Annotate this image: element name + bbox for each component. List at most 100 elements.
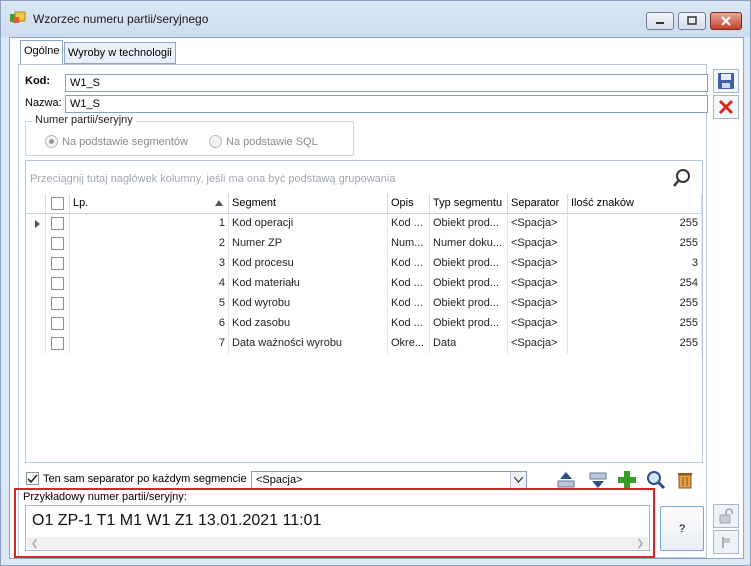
cell-opis[interactable]: Kod ... bbox=[388, 274, 430, 294]
cell-typ-segmentu[interactable]: Numer doku... bbox=[430, 234, 508, 254]
lock-button[interactable] bbox=[713, 504, 739, 528]
table-row[interactable]: 1 Kod operacji Kod ... Obiekt prod... <Spacj… bbox=[26, 214, 702, 234]
cell-separator[interactable]: <Spacja> bbox=[508, 214, 568, 234]
cell-opis[interactable]: Num... bbox=[388, 234, 430, 254]
row-indicator bbox=[26, 254, 46, 274]
tab-wyroby-w-technologii[interactable]: Wyroby w technologii bbox=[64, 42, 176, 64]
cell-typ-segmentu[interactable]: Obiekt prod... bbox=[430, 214, 508, 234]
scroll-right-icon[interactable]: ❯ bbox=[636, 538, 644, 549]
row-checkbox-cell[interactable] bbox=[46, 314, 70, 334]
cell-opis[interactable]: Kod ... bbox=[388, 254, 430, 274]
cell-typ-segmentu[interactable]: Obiekt prod... bbox=[430, 254, 508, 274]
kod-field[interactable]: W1_S bbox=[65, 74, 708, 92]
same-separator-checkbox[interactable] bbox=[26, 472, 39, 485]
cell-lp[interactable]: 4 bbox=[70, 274, 229, 294]
cancel-icon bbox=[718, 99, 734, 115]
cell-lp[interactable]: 5 bbox=[70, 294, 229, 314]
cell-opis[interactable]: Okre... bbox=[388, 334, 430, 354]
search-icon[interactable] bbox=[672, 168, 692, 188]
delete-button[interactable] bbox=[673, 468, 697, 492]
separator-combo[interactable]: <Spacja> bbox=[251, 471, 527, 489]
cell-lp[interactable]: 1 bbox=[70, 214, 229, 234]
cell-ilosc-znakow[interactable]: 255 bbox=[568, 294, 702, 314]
cell-segment[interactable]: Data ważności wyrobu bbox=[229, 334, 388, 354]
row-checkbox[interactable] bbox=[51, 337, 64, 350]
col-header-label: Ilość znaków bbox=[571, 197, 634, 209]
cell-typ-segmentu[interactable]: Data bbox=[430, 334, 508, 354]
row-checkbox[interactable] bbox=[51, 297, 64, 310]
cell-lp[interactable]: 6 bbox=[70, 314, 229, 334]
row-checkbox[interactable] bbox=[51, 217, 64, 230]
table-row[interactable]: 3 Kod procesu Kod ... Obiekt prod... <Spacja… bbox=[26, 254, 702, 274]
row-checkbox[interactable] bbox=[51, 237, 64, 250]
cell-segment[interactable]: Kod zasobu bbox=[229, 314, 388, 334]
cell-separator[interactable]: <Spacja> bbox=[508, 334, 568, 354]
col-header-typ-segmentu[interactable]: Typ segmentu bbox=[430, 194, 508, 214]
cell-separator[interactable]: <Spacja> bbox=[508, 294, 568, 314]
numer-group-title: Numer partii/seryjny bbox=[32, 114, 136, 126]
cell-segment[interactable]: Kod wyrobu bbox=[229, 294, 388, 314]
row-checkbox[interactable] bbox=[51, 277, 64, 290]
cancel-button[interactable] bbox=[713, 95, 739, 119]
row-checkbox[interactable] bbox=[51, 317, 64, 330]
minimize-button[interactable] bbox=[646, 12, 674, 30]
cell-segment[interactable]: Kod materiału bbox=[229, 274, 388, 294]
row-checkbox-cell[interactable] bbox=[46, 334, 70, 354]
cell-separator[interactable]: <Spacja> bbox=[508, 314, 568, 334]
cell-separator[interactable]: <Spacja> bbox=[508, 234, 568, 254]
table-row[interactable]: 4 Kod materiału Kod ... Obiekt prod... <Spac… bbox=[26, 274, 702, 294]
radio-na-podstawie-segmentow[interactable]: Na podstawie segmentów bbox=[45, 135, 188, 148]
cell-typ-segmentu[interactable]: Obiekt prod... bbox=[430, 294, 508, 314]
select-all-header[interactable] bbox=[46, 194, 70, 214]
cell-opis[interactable]: Kod ... bbox=[388, 294, 430, 314]
cell-segment[interactable]: Kod operacji bbox=[229, 214, 388, 234]
cell-lp[interactable]: 3 bbox=[70, 254, 229, 274]
cell-ilosc-znakow[interactable]: 255 bbox=[568, 334, 702, 354]
col-header-ilosc-znakow[interactable]: Ilość znaków bbox=[568, 194, 702, 214]
table-row[interactable]: 2 Numer ZP Num... Numer doku... <Spacja> 255 bbox=[26, 234, 702, 254]
scroll-left-icon[interactable]: ❮ bbox=[31, 538, 39, 549]
cell-ilosc-znakow[interactable]: 255 bbox=[568, 314, 702, 334]
nazwa-field[interactable]: W1_S bbox=[65, 95, 708, 113]
cell-separator[interactable]: <Spacja> bbox=[508, 274, 568, 294]
cell-ilosc-znakow[interactable]: 255 bbox=[568, 234, 702, 254]
chevron-down-icon[interactable] bbox=[510, 472, 526, 488]
flag-button[interactable] bbox=[713, 530, 739, 554]
horizontal-scrollbar[interactable]: ❮ ❯ bbox=[27, 537, 648, 549]
sample-output[interactable]: O1 ZP-1 T1 M1 W1 Z1 13.01.2021 11:01 ❮ ❯ bbox=[25, 505, 650, 551]
cell-opis[interactable]: Kod ... bbox=[388, 214, 430, 234]
cell-ilosc-znakow[interactable]: 255 bbox=[568, 214, 702, 234]
col-header-lp[interactable]: Lp. bbox=[70, 194, 229, 214]
cell-ilosc-znakow[interactable]: 3 bbox=[568, 254, 702, 274]
table-row[interactable]: 7 Data ważności wyrobu Okre... Data <Spacja>… bbox=[26, 334, 702, 354]
cell-separator[interactable]: <Spacja> bbox=[508, 254, 568, 274]
select-all-checkbox[interactable] bbox=[51, 197, 64, 210]
save-button[interactable] bbox=[713, 69, 739, 93]
table-row[interactable]: 6 Kod zasobu Kod ... Obiekt prod... <Spacja>… bbox=[26, 314, 702, 334]
close-button[interactable] bbox=[710, 12, 742, 30]
table-row[interactable]: 5 Kod wyrobu Kod ... Obiekt prod... <Spacja>… bbox=[26, 294, 702, 314]
cell-typ-segmentu[interactable]: Obiekt prod... bbox=[430, 274, 508, 294]
row-checkbox[interactable] bbox=[51, 257, 64, 270]
cell-segment[interactable]: Numer ZP bbox=[229, 234, 388, 254]
col-header-opis[interactable]: Opis bbox=[388, 194, 430, 214]
col-header-separator[interactable]: Separator bbox=[508, 194, 568, 214]
col-header-segment[interactable]: Segment bbox=[229, 194, 388, 214]
radio-na-podstawie-sql[interactable]: Na podstawie SQL bbox=[209, 135, 318, 148]
cell-lp[interactable]: 2 bbox=[70, 234, 229, 254]
row-indicator bbox=[26, 234, 46, 254]
row-checkbox-cell[interactable] bbox=[46, 254, 70, 274]
help-button[interactable]: ? bbox=[660, 506, 704, 551]
row-checkbox-cell[interactable] bbox=[46, 274, 70, 294]
row-checkbox-cell[interactable] bbox=[46, 234, 70, 254]
tab-ogolne[interactable]: Ogólne bbox=[20, 40, 64, 65]
row-checkbox-cell[interactable] bbox=[46, 214, 70, 234]
cell-opis[interactable]: Kod ... bbox=[388, 314, 430, 334]
row-checkbox-cell[interactable] bbox=[46, 294, 70, 314]
cell-ilosc-znakow[interactable]: 254 bbox=[568, 274, 702, 294]
cell-segment[interactable]: Kod procesu bbox=[229, 254, 388, 274]
maximize-button[interactable] bbox=[678, 12, 706, 30]
cell-typ-segmentu[interactable]: Obiekt prod... bbox=[430, 314, 508, 334]
same-separator-option[interactable]: Ten sam separator po każdym segmencie bbox=[26, 472, 247, 485]
cell-lp[interactable]: 7 bbox=[70, 334, 229, 354]
